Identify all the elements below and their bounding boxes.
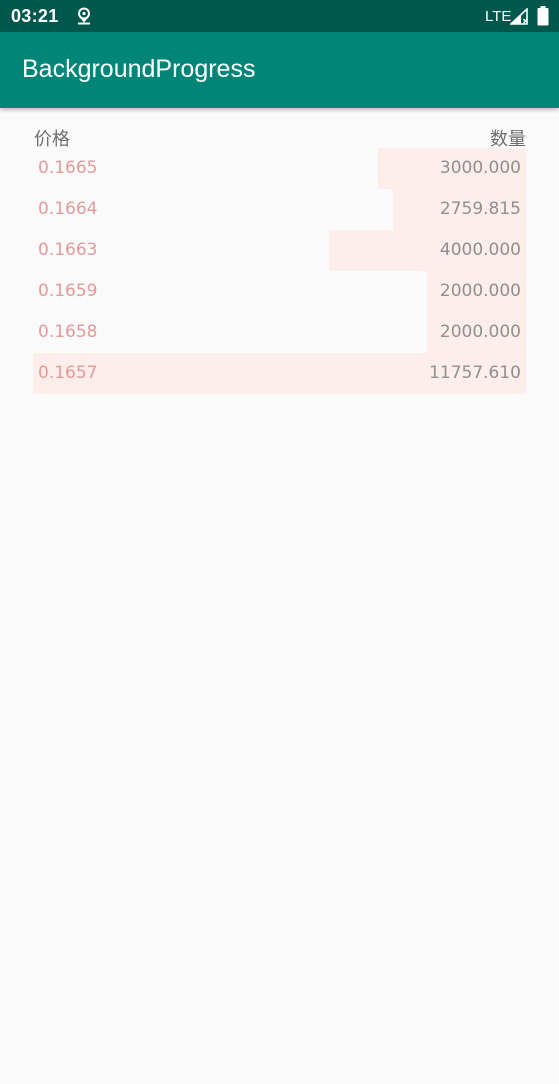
order-row: 0.1664 2759.815 (33, 189, 526, 230)
app-title: BackgroundProgress (22, 55, 256, 83)
order-quantity: 2000.000 (439, 281, 521, 301)
location-icon (76, 7, 92, 25)
signal-icon (508, 7, 529, 25)
order-row: 0.1663 4000.000 (33, 230, 526, 271)
status-bar: 03:21 LTE (0, 0, 559, 32)
order-price: 0.1663 (38, 240, 98, 260)
network-type-label: LTE (485, 8, 512, 25)
battery-icon (537, 6, 549, 26)
order-quantity: 2000.000 (439, 322, 521, 342)
order-price: 0.1657 (38, 363, 98, 383)
order-book-table: 价格 数量 0.1665 3000.000 0.1664 2759.815 0.… (33, 120, 526, 394)
order-price: 0.1664 (38, 199, 98, 219)
order-price: 0.1658 (38, 322, 98, 342)
order-quantity: 4000.000 (439, 240, 521, 260)
status-time: 03:21 (11, 6, 59, 26)
order-row: 0.1659 2000.000 (33, 271, 526, 312)
order-row: 0.1658 2000.000 (33, 312, 526, 353)
app-bar: BackgroundProgress (0, 32, 559, 108)
order-book-header: 价格 数量 (33, 120, 526, 150)
order-quantity: 2759.815 (439, 199, 521, 219)
order-quantity: 11757.610 (429, 363, 521, 383)
order-price: 0.1659 (38, 281, 98, 301)
order-price: 0.1665 (38, 158, 98, 178)
order-row: 0.1657 11757.610 (33, 353, 526, 394)
order-quantity: 3000.000 (439, 158, 521, 178)
order-row: 0.1665 3000.000 (33, 148, 526, 189)
